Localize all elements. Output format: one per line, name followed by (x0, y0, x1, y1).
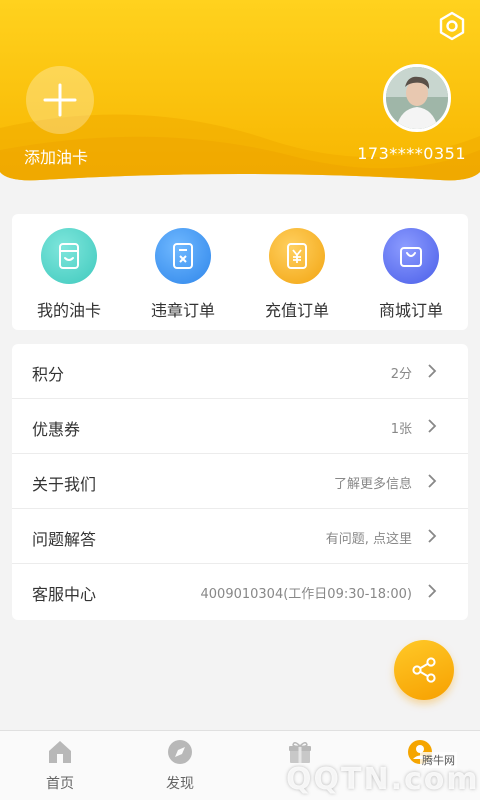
quick-label-my-card: 我的油卡 (36, 301, 101, 320)
violation-order-icon (155, 228, 211, 284)
share-icon (412, 657, 436, 683)
add-card-label[interactable]: 添加油卡 (24, 144, 88, 168)
compass-icon (168, 740, 192, 764)
about-us-value: 了解更多信息 (333, 477, 412, 492)
quick-item-my-card[interactable]: 我的油卡 (12, 214, 126, 330)
shopping-bag-icon (383, 228, 439, 284)
about-us-label: 关于我们 (32, 475, 97, 494)
profile-header: 添加油卡 173****0351 (0, 0, 480, 192)
phone-number: 173****0351 (357, 144, 466, 163)
nav-discover[interactable]: 发现 (120, 731, 240, 800)
list-row-faq[interactable]: 问题解答 有问题, 点这里 (12, 509, 468, 564)
chevron-right-icon (428, 584, 437, 598)
list-row-about-us[interactable]: 关于我们 了解更多信息 (12, 454, 468, 509)
chevron-right-icon (428, 419, 437, 433)
nav-discover-label: 发现 (166, 776, 194, 792)
coupons-value: 1张 (390, 422, 412, 437)
avatar[interactable] (383, 64, 451, 132)
home-icon (49, 741, 71, 763)
nav-home-label: 首页 (46, 776, 74, 792)
watermark: QQTN.com (286, 762, 480, 797)
settings-icon[interactable] (436, 10, 468, 42)
customer-service-label: 客服中心 (32, 585, 97, 604)
quick-label-violation-orders: 违章订单 (150, 301, 215, 320)
share-button[interactable] (394, 640, 454, 700)
quick-label-recharge-orders: 充值订单 (264, 301, 329, 320)
quick-item-recharge-orders[interactable]: 充值订单 (240, 214, 354, 330)
recharge-order-icon (269, 228, 325, 284)
plus-icon (43, 83, 77, 117)
quick-item-mall-orders[interactable]: 商城订单 (354, 214, 468, 330)
list-row-points[interactable]: 积分 2分 (12, 344, 468, 399)
chevron-right-icon (428, 529, 437, 543)
list-row-coupons[interactable]: 优惠券 1张 (12, 399, 468, 454)
faq-label: 问题解答 (32, 530, 97, 549)
chevron-right-icon (428, 364, 437, 378)
faq-value: 有问题, 点这里 (325, 532, 412, 547)
quick-menu: 我的油卡 违章订单 充值订单 商城订单 (12, 214, 468, 330)
nav-home[interactable]: 首页 (0, 731, 120, 800)
coupons-label: 优惠券 (32, 420, 81, 439)
settings-list: 积分 2分 优惠券 1张 关于我们 了解更多信息 问题解答 有问题, 点这里 客… (12, 344, 468, 620)
card-icon (41, 228, 97, 284)
list-row-customer-service[interactable]: 客服中心 4009010304(工作日09:30-18:00) (12, 564, 468, 619)
points-value: 2分 (390, 367, 412, 382)
add-card-button[interactable] (26, 66, 94, 134)
customer-service-value: 4009010304(工作日09:30-18:00) (200, 587, 412, 602)
quick-label-mall-orders: 商城订单 (378, 301, 443, 320)
chevron-right-icon (428, 474, 437, 488)
quick-item-violation-orders[interactable]: 违章订单 (126, 214, 240, 330)
points-label: 积分 (32, 365, 65, 384)
